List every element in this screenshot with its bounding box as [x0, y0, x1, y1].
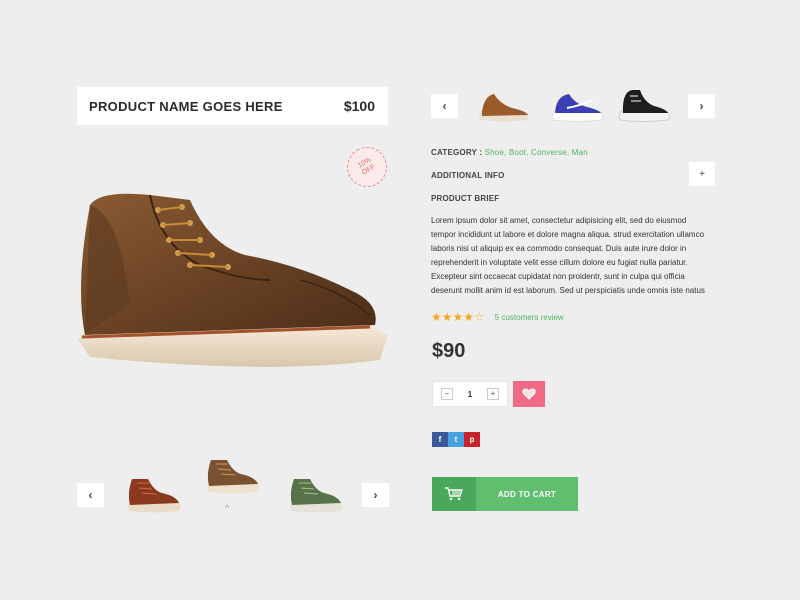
product-main-image	[78, 193, 388, 367]
related-item-black-high-top[interactable]	[616, 86, 672, 126]
gallery-thumb-tan-boot[interactable]	[203, 456, 263, 496]
category-links[interactable]: Shoe, Boot, Converse, Man	[485, 148, 588, 157]
cart-icon	[432, 477, 476, 511]
related-item-blue-sneaker[interactable]	[549, 86, 605, 126]
brief-line: laboris nisi ut aliquip ex ea commodo co…	[431, 244, 687, 253]
product-price: $100	[343, 98, 375, 114]
product-brief-label: PRODUCT BRIEF	[431, 194, 500, 203]
additional-info-expand-button[interactable]: +	[689, 162, 715, 186]
additional-info-label: ADDITIONAL INFO	[431, 171, 505, 180]
category-row: CATEGORY : Shoe, Boot, Converse, Man	[431, 148, 588, 157]
brief-line: tempor incididunt ut labore et dolore ma…	[431, 230, 705, 239]
related-prev-button[interactable]: ‹	[431, 94, 458, 118]
related-item-brown-casual-shoe[interactable]	[476, 86, 532, 126]
product-name: PRODUCT NAME GOES HERE	[89, 98, 283, 114]
brief-line: reprehenderit in voluptate velit esse ci…	[431, 258, 688, 267]
wishlist-button[interactable]	[513, 381, 545, 407]
pinterest-icon[interactable]: p	[464, 432, 480, 447]
add-to-cart-label: ADD TO CART	[497, 489, 557, 499]
rating-stars: ★★★★☆	[431, 310, 485, 324]
quantity-increase-button[interactable]: +	[486, 388, 499, 400]
heart-icon	[522, 388, 536, 400]
brief-line: deserunt mollit anim id est laborum. Sed…	[431, 286, 705, 295]
brief-line: Lorem ipsum dolor sit amet, consectetur …	[431, 216, 687, 225]
reviews-link[interactable]: 5 customers review	[495, 313, 564, 322]
twitter-icon[interactable]: t	[448, 432, 464, 447]
facebook-icon[interactable]: f	[432, 432, 448, 447]
gallery-thumb-brown-boot[interactable]	[124, 475, 184, 515]
add-to-cart-button[interactable]: ADD TO CART	[432, 477, 578, 511]
brief-line: Excepteur sint occaecat cupidatat non pr…	[431, 272, 685, 281]
category-label: CATEGORY :	[431, 148, 483, 157]
gallery-prev-button[interactable]: ‹	[77, 483, 104, 507]
quantity-decrease-button[interactable]: −	[441, 388, 453, 400]
gallery-next-button[interactable]: ›	[362, 483, 389, 507]
rating: ★★★★☆ 5 customers review	[431, 310, 564, 324]
gallery-thumb-green-boot[interactable]	[286, 475, 346, 515]
quantity-stepper: − 1 +	[432, 381, 508, 407]
social-share: f t p	[432, 432, 480, 447]
product-brief-text: Lorem ipsum dolor sit amet, consectetur …	[431, 214, 726, 298]
quantity-value[interactable]: 1	[468, 390, 472, 399]
related-next-button[interactable]: ›	[688, 94, 715, 118]
product-title-bar: PRODUCT NAME GOES HERE $100	[77, 87, 388, 125]
sale-price: $90	[432, 340, 466, 362]
active-thumb-indicator: ^	[225, 503, 230, 513]
